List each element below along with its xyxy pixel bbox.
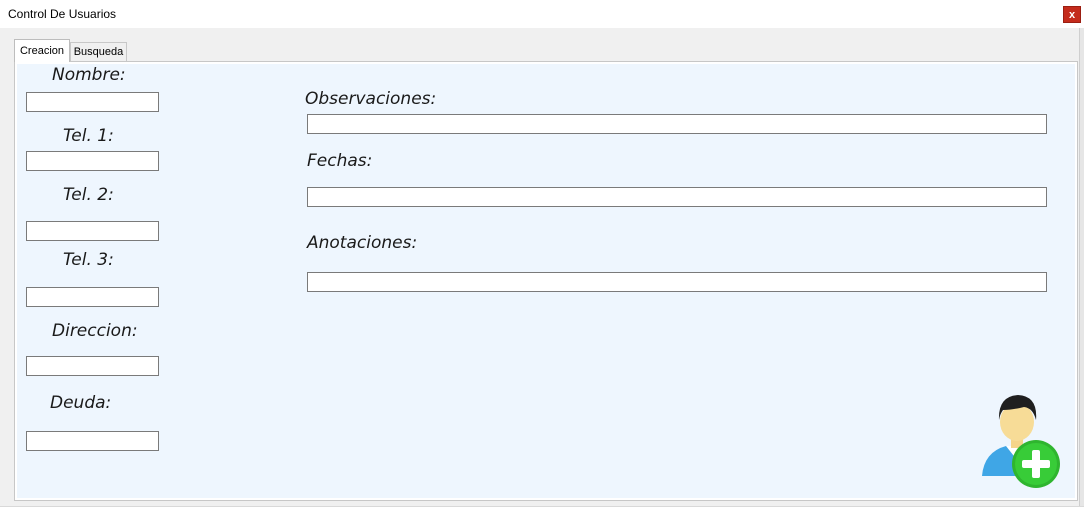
tel3-label: Tel. 3: [63,250,114,270]
title-bar: Control De Usuarios x [0,0,1084,28]
tel2-label: Tel. 2: [63,185,114,205]
anotaciones-input[interactable] [307,272,1047,292]
observaciones-label: Observaciones: [305,89,437,109]
tel3-input[interactable] [26,287,159,307]
tel1-input[interactable] [26,151,159,171]
add-user-icon [982,395,1060,488]
deuda-label: Deuda: [50,393,112,413]
nombre-label: Nombre: [52,65,126,85]
observaciones-input[interactable] [307,114,1047,134]
window-title: Control De Usuarios [8,7,117,21]
window-right-edge [1079,28,1084,512]
direccion-input[interactable] [26,356,159,376]
direccion-label: Direccion: [52,321,138,341]
add-user-button[interactable] [976,390,1066,490]
tel2-input[interactable] [26,221,159,241]
tab-creacion[interactable]: Creacion [14,39,70,62]
anotaciones-label: Anotaciones: [307,233,418,253]
close-button[interactable]: x [1063,6,1081,23]
tel1-label: Tel. 1: [63,126,114,146]
tab-busqueda[interactable]: Busqueda [70,42,127,61]
nombre-input[interactable] [26,92,159,112]
fechas-input[interactable] [307,187,1047,207]
fechas-label: Fechas: [307,151,373,171]
deuda-input[interactable] [26,431,159,451]
